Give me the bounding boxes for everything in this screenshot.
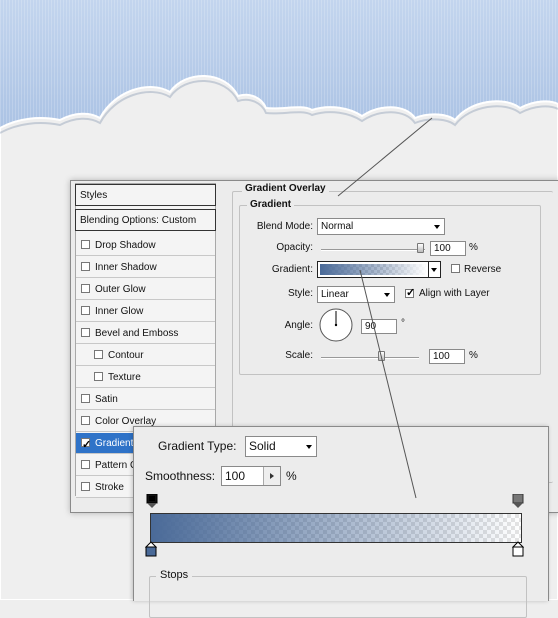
checkbox[interactable] <box>81 394 90 403</box>
style-item-label: Satin <box>95 394 118 405</box>
style-item-label: Inner Glow <box>95 306 144 317</box>
blending-options-item[interactable]: Blending Options: Custom <box>75 209 216 231</box>
style-item-texture[interactable]: Texture <box>76 367 215 388</box>
stops-group <box>149 576 527 618</box>
style-item-bevel-emboss[interactable]: Bevel and Emboss <box>76 323 215 344</box>
gradient-editor-panel: Gradient Type: Solid Smoothness: 100 % S… <box>133 426 549 618</box>
opacity-slider-knob[interactable] <box>417 243 424 253</box>
reverse-checkbox[interactable] <box>451 264 460 273</box>
style-item-satin[interactable]: Satin <box>76 389 215 410</box>
reverse-label: Reverse <box>464 264 502 275</box>
checkbox[interactable] <box>81 284 90 293</box>
blend-mode-select[interactable]: Normal <box>317 218 445 235</box>
gradient-dropdown-button[interactable] <box>428 262 440 277</box>
smoothness-value: 100 <box>225 469 246 483</box>
style-item-drop-shadow[interactable]: Drop Shadow <box>76 235 215 256</box>
checkbox[interactable] <box>94 350 103 359</box>
checkbox[interactable] <box>81 306 90 315</box>
style-select[interactable]: Linear <box>317 286 395 303</box>
stops-title: Stops <box>156 569 193 581</box>
style-item-inner-glow[interactable]: Inner Glow <box>76 301 215 322</box>
color-stop-right[interactable] <box>512 541 524 557</box>
angle-dial[interactable] <box>318 307 354 343</box>
opacity-stop-right[interactable] <box>512 494 524 509</box>
checkbox[interactable] <box>81 328 90 337</box>
scale-unit: % <box>469 350 478 361</box>
checkbox-checked[interactable]: ✓ <box>81 438 91 451</box>
gradient-type-label: Gradient Type: <box>158 439 237 453</box>
chevron-down-icon <box>384 293 390 297</box>
checkbox[interactable] <box>94 372 103 381</box>
checkmark-icon: ✓ <box>406 287 416 299</box>
smoothness-unit: % <box>286 469 297 483</box>
style-item-label: Inner Shadow <box>95 262 157 273</box>
align-with-layer-checkbox[interactable]: ✓ <box>405 287 416 299</box>
checkbox[interactable] <box>81 416 90 425</box>
style-item-outer-glow[interactable]: Outer Glow <box>76 279 215 300</box>
gradient-label: Gradient: <box>271 264 313 275</box>
checkbox[interactable] <box>81 262 90 271</box>
angle-input[interactable]: 90 <box>361 319 397 334</box>
style-label: Style: <box>287 288 313 299</box>
chevron-right-icon <box>270 473 274 479</box>
smoothness-input[interactable]: 100 <box>221 466 281 486</box>
chevron-down-icon <box>431 268 437 272</box>
gradient-bar[interactable] <box>150 513 522 543</box>
opacity-stop-left[interactable] <box>146 494 158 509</box>
styles-header[interactable]: Styles <box>75 184 216 206</box>
angle-label: Angle: <box>284 320 313 331</box>
style-item-label: Outer Glow <box>95 284 146 295</box>
checkbox[interactable] <box>81 240 90 249</box>
smoothness-stepper[interactable] <box>263 467 280 485</box>
checkbox[interactable] <box>81 482 90 491</box>
style-item-label: Contour <box>108 350 144 361</box>
checkmark-icon: ✓ <box>82 439 92 451</box>
section-title: Gradient Overlay <box>242 183 329 194</box>
opacity-input[interactable]: 100 <box>430 241 466 256</box>
subgroup-title: Gradient <box>247 199 295 210</box>
scale-input[interactable]: 100 <box>429 349 465 364</box>
opacity-unit: % <box>469 242 478 253</box>
opacity-label: Opacity: <box>276 242 313 253</box>
blend-mode-label: Blend Mode: <box>256 221 313 232</box>
gradient-preview <box>320 264 426 275</box>
color-stop-left[interactable] <box>145 541 157 557</box>
align-with-layer-label: Align with Layer <box>419 288 490 299</box>
style-value: Linear <box>321 289 349 300</box>
gradient-type-select[interactable]: Solid <box>245 436 317 457</box>
scale-slider-knob[interactable] <box>378 351 385 361</box>
smoothness-label: Smoothness: <box>145 469 216 483</box>
style-item-label: Bevel and Emboss <box>95 328 179 339</box>
style-item-label: Drop Shadow <box>95 240 156 251</box>
checkbox[interactable] <box>81 460 90 469</box>
chevron-down-icon <box>434 225 440 229</box>
style-item-contour[interactable]: Contour <box>76 345 215 366</box>
style-item-label: Texture <box>108 372 141 383</box>
scale-slider-track[interactable] <box>321 357 419 359</box>
scale-label: Scale: <box>285 350 313 361</box>
blend-mode-value: Normal <box>321 221 354 232</box>
style-item-label: Stroke <box>95 482 124 493</box>
gradient-type-value: Solid <box>249 439 276 453</box>
chevron-down-icon <box>306 445 312 449</box>
opacity-slider-track[interactable] <box>321 249 425 251</box>
angle-unit: ° <box>401 318 405 329</box>
gradient-picker[interactable] <box>317 261 441 278</box>
style-item-inner-shadow[interactable]: Inner Shadow <box>76 257 215 278</box>
